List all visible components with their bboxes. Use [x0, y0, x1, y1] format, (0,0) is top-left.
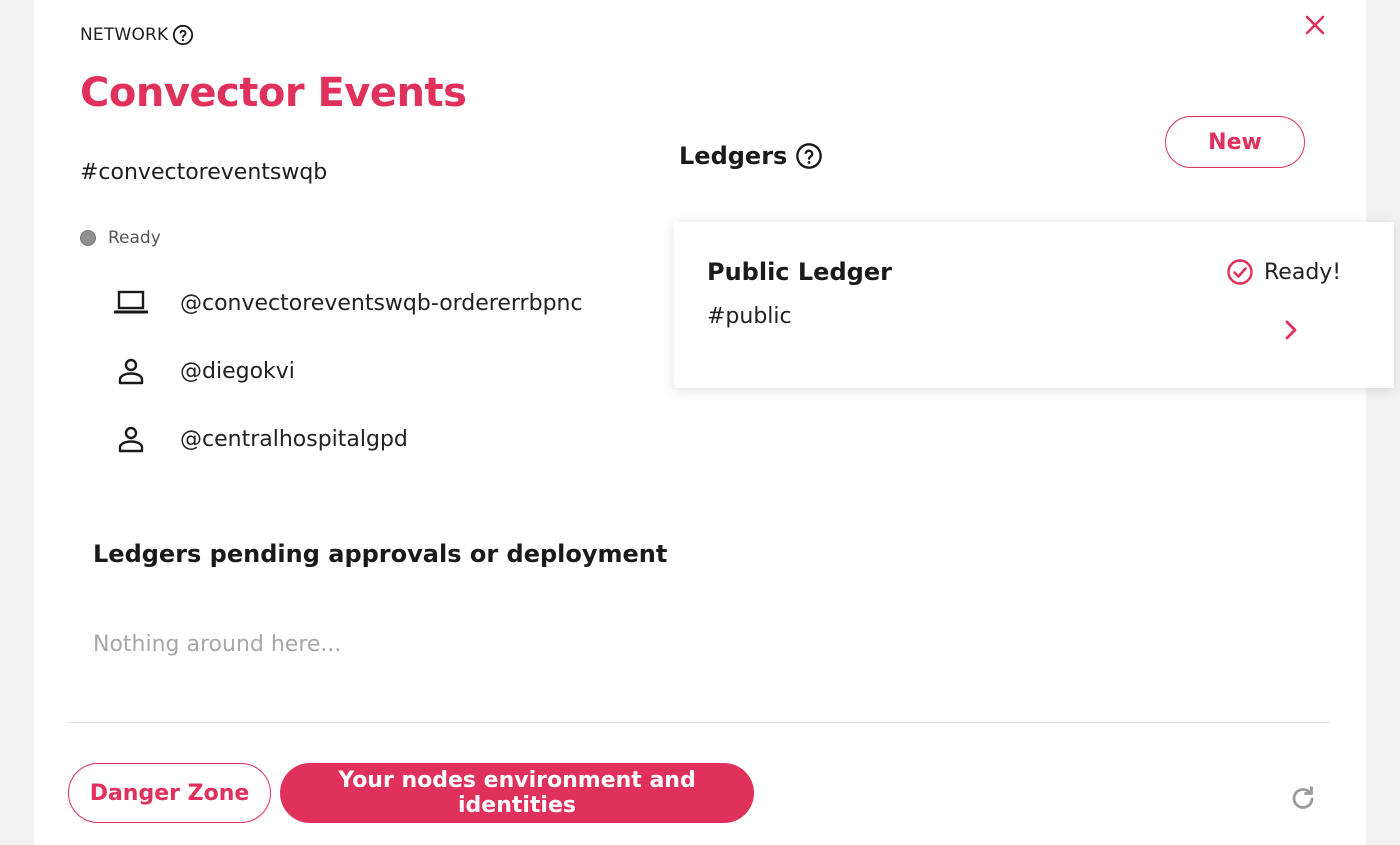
nodes-environment-button[interactable]: Your nodes environment and identities	[280, 763, 754, 823]
ledgers-title: Ledgers	[679, 142, 788, 170]
ledger-status: Ready!	[1226, 258, 1341, 286]
member-item-centralhospitalgpd: @centralhospitalgpd	[114, 424, 408, 454]
network-modal: NETWORK Convector Events #convectorevent…	[34, 0, 1394, 845]
help-circle-icon[interactable]	[795, 142, 823, 170]
ledger-tag: #public	[707, 304, 792, 329]
pending-ledgers-empty-text: Nothing around here...	[93, 632, 342, 657]
person-icon	[114, 424, 148, 454]
network-title: Convector Events	[80, 70, 467, 116]
member-name: @convectoreventswqb-ordererrbpnc	[180, 290, 583, 316]
ledger-card-public[interactable]: Public Ledger #public Ready!	[674, 222, 1394, 388]
close-icon	[1305, 15, 1325, 35]
network-overline-label: NETWORK	[80, 25, 169, 45]
network-status-label: Ready	[108, 228, 161, 248]
pending-ledgers-title: Ledgers pending approvals or deployment	[93, 540, 668, 568]
refresh-icon[interactable]	[1288, 784, 1318, 814]
network-overline: NETWORK	[80, 24, 194, 46]
member-name: @diegokvi	[180, 358, 295, 384]
laptop-icon	[114, 288, 148, 318]
chevron-right-icon[interactable]	[1279, 318, 1303, 342]
ledgers-heading: Ledgers	[679, 142, 823, 170]
status-dot-icon	[80, 230, 96, 246]
help-circle-icon[interactable]	[172, 24, 194, 46]
member-name: @centralhospitalgpd	[180, 426, 408, 452]
member-item-orderer: @convectoreventswqb-ordererrbpnc	[114, 288, 583, 318]
close-button[interactable]	[1300, 10, 1330, 40]
member-item-diegokvi: @diegokvi	[114, 356, 295, 386]
danger-zone-button[interactable]: Danger Zone	[68, 763, 271, 823]
ledger-name: Public Ledger	[707, 258, 892, 286]
ledger-status-label: Ready!	[1264, 259, 1342, 285]
footer-divider	[68, 722, 1330, 723]
network-status: Ready	[80, 228, 161, 248]
network-handle: #convectoreventswqb	[80, 160, 328, 185]
check-circle-icon	[1227, 259, 1253, 285]
person-icon	[114, 356, 148, 386]
new-ledger-button[interactable]: New	[1165, 116, 1305, 168]
